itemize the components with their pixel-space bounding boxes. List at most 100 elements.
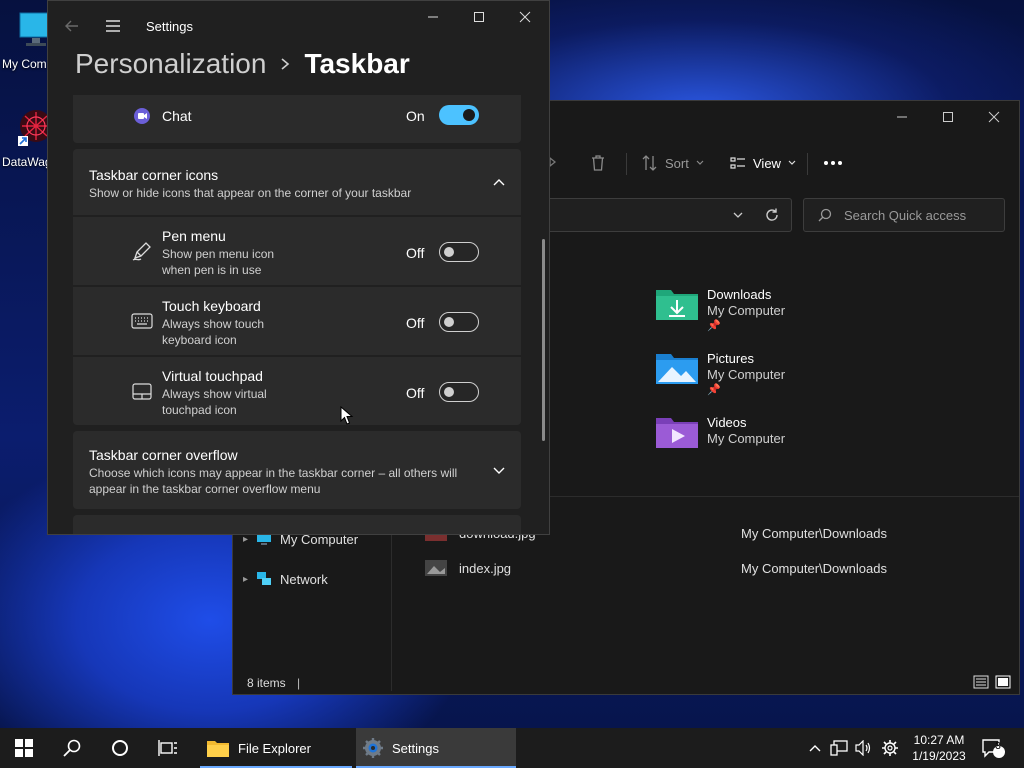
minimize-icon	[428, 16, 438, 18]
chevron-up-icon	[493, 179, 505, 186]
close-button[interactable]	[971, 101, 1017, 133]
quick-access-pictures[interactable]: Pictures My Computer 📌	[655, 351, 875, 407]
touch-keyboard-toggle-state: Off	[406, 315, 425, 331]
section-subtitle: Show or hide icons that appear on the co…	[89, 186, 412, 200]
pen-menu-title: Pen menu	[162, 228, 226, 244]
clock-date: 1/19/2023	[912, 749, 966, 763]
chevron-right-icon: ▸	[243, 573, 249, 585]
scrollbar-thumb[interactable]	[542, 239, 545, 441]
chat-toggle[interactable]	[439, 105, 479, 125]
nav-item-network[interactable]: ▸ Network	[243, 569, 328, 589]
large-icons-view-icon[interactable]	[995, 675, 1011, 689]
gear-icon	[363, 738, 383, 758]
taskbar-corner-overflow-header[interactable]: Taskbar corner overflow Choose which ico…	[73, 431, 521, 509]
close-button[interactable]	[502, 1, 548, 33]
virtual-touchpad-subtitle-line2: touchpad icon	[162, 403, 237, 417]
chevron-down-icon	[788, 160, 796, 165]
refresh-icon[interactable]	[764, 207, 780, 223]
maximize-button[interactable]	[925, 101, 971, 133]
gear-icon	[882, 740, 898, 756]
touch-keyboard-row: Touch keyboard Always show touch keyboar…	[73, 287, 521, 355]
minimize-button[interactable]	[879, 101, 925, 133]
pen-menu-toggle[interactable]	[439, 242, 479, 262]
chevron-down-icon	[493, 467, 505, 474]
cortana-button[interactable]	[96, 728, 144, 768]
task-view-button[interactable]	[144, 728, 192, 768]
network-tray-button[interactable]	[828, 728, 850, 768]
taskbar-corner-icons-header[interactable]: Taskbar corner icons Show or hide icons …	[73, 149, 521, 215]
nav-item-label: Network	[280, 571, 328, 587]
sort-button[interactable]: Sort	[641, 145, 705, 181]
recent-file-row[interactable]: index.jpg My Computer\Downloads	[425, 556, 1019, 580]
quick-access-location: My Computer	[707, 303, 786, 318]
next-setting-card	[73, 515, 521, 534]
maximize-icon	[474, 12, 484, 22]
taskbar-app-settings[interactable]: Settings	[356, 728, 516, 768]
navigation-pane: ▸ My Computer ▸ Network	[233, 521, 392, 691]
details-view-icon[interactable]	[973, 675, 989, 689]
pen-menu-subtitle-line2: when pen is in use	[162, 263, 262, 277]
keyboard-icon	[131, 313, 153, 329]
delete-button[interactable]	[589, 145, 607, 181]
show-hidden-icons-button[interactable]	[804, 728, 826, 768]
pen-menu-toggle-state: Off	[406, 245, 425, 261]
close-icon	[988, 111, 1000, 123]
view-button[interactable]: View	[729, 145, 797, 181]
section-subtitle-line1: Choose which icons may appear in the tas…	[89, 466, 458, 480]
touchpad-icon	[132, 383, 152, 400]
image-thumbnail-icon	[425, 560, 447, 576]
address-bar[interactable]	[533, 198, 792, 232]
chevron-right-icon	[281, 58, 290, 70]
virtual-touchpad-subtitle-line1: Always show virtual	[162, 387, 267, 401]
videos-folder-icon	[656, 418, 698, 448]
recent-file-name: index.jpg	[459, 560, 512, 576]
touch-keyboard-subtitle-line2: keyboard icon	[162, 333, 237, 347]
volume-tray-button[interactable]	[852, 728, 874, 768]
quick-access-downloads[interactable]: Downloads My Computer 📌	[655, 287, 875, 343]
more-options-button[interactable]	[823, 145, 843, 181]
search-box[interactable]: Search Quick access	[803, 198, 1005, 232]
clock-time: 10:27 AM	[913, 733, 965, 747]
trash-icon	[592, 155, 604, 171]
chat-setting-row: Chat On	[73, 95, 521, 143]
more-icon	[824, 161, 842, 165]
pin-icon: 📌	[707, 320, 721, 332]
maximize-button[interactable]	[456, 1, 502, 33]
quick-access-name: Downloads	[707, 287, 772, 302]
taskbar-app-file-explorer[interactable]: File Explorer	[200, 728, 352, 768]
clock[interactable]: 10:27 AM 1/19/2023	[904, 728, 974, 768]
quick-access-name: Videos	[707, 415, 747, 430]
search-icon	[818, 208, 832, 222]
back-arrow-icon[interactable]	[64, 18, 80, 34]
folder-icon	[207, 741, 229, 757]
breadcrumb-parent[interactable]: Personalization	[75, 48, 266, 80]
close-icon	[519, 11, 531, 23]
breadcrumb-current: Taskbar	[304, 48, 410, 79]
sort-label: Sort	[665, 155, 689, 171]
pen-menu-row: Pen menu Show pen menu icon when pen is …	[73, 217, 521, 285]
recent-file-path: My Computer\Downloads	[741, 525, 887, 541]
hamburger-menu-icon[interactable]	[105, 19, 121, 33]
pen-menu-subtitle-line1: Show pen menu icon	[162, 247, 275, 261]
minimize-button[interactable]	[410, 1, 456, 33]
view-label: View	[753, 155, 781, 171]
app-title: Settings	[146, 19, 193, 34]
quick-access-videos[interactable]: Videos My Computer	[655, 415, 875, 471]
start-button[interactable]	[0, 728, 48, 768]
touch-keyboard-toggle[interactable]	[439, 312, 479, 332]
virtual-touchpad-row: Virtual touchpad Always show virtual tou…	[73, 357, 521, 425]
toolbar-separator	[626, 153, 627, 175]
touch-keyboard-title: Touch keyboard	[162, 298, 261, 314]
taskbar-app-label: Settings	[392, 740, 439, 756]
search-button[interactable]	[48, 728, 96, 768]
settings-tray-button[interactable]	[878, 728, 902, 768]
section-title: Taskbar corner icons	[89, 167, 219, 183]
taskbar: File Explorer Settings 10:27 AM 1/19/202…	[0, 728, 1024, 768]
touch-keyboard-subtitle-line1: Always show touch	[162, 317, 265, 331]
notification-center-button[interactable]: 3	[978, 728, 1008, 768]
chat-icon	[134, 108, 150, 124]
pin-icon: 📌	[707, 384, 721, 396]
virtual-touchpad-toggle[interactable]	[439, 382, 479, 402]
network-icon	[830, 740, 848, 756]
maximize-icon	[943, 112, 953, 122]
